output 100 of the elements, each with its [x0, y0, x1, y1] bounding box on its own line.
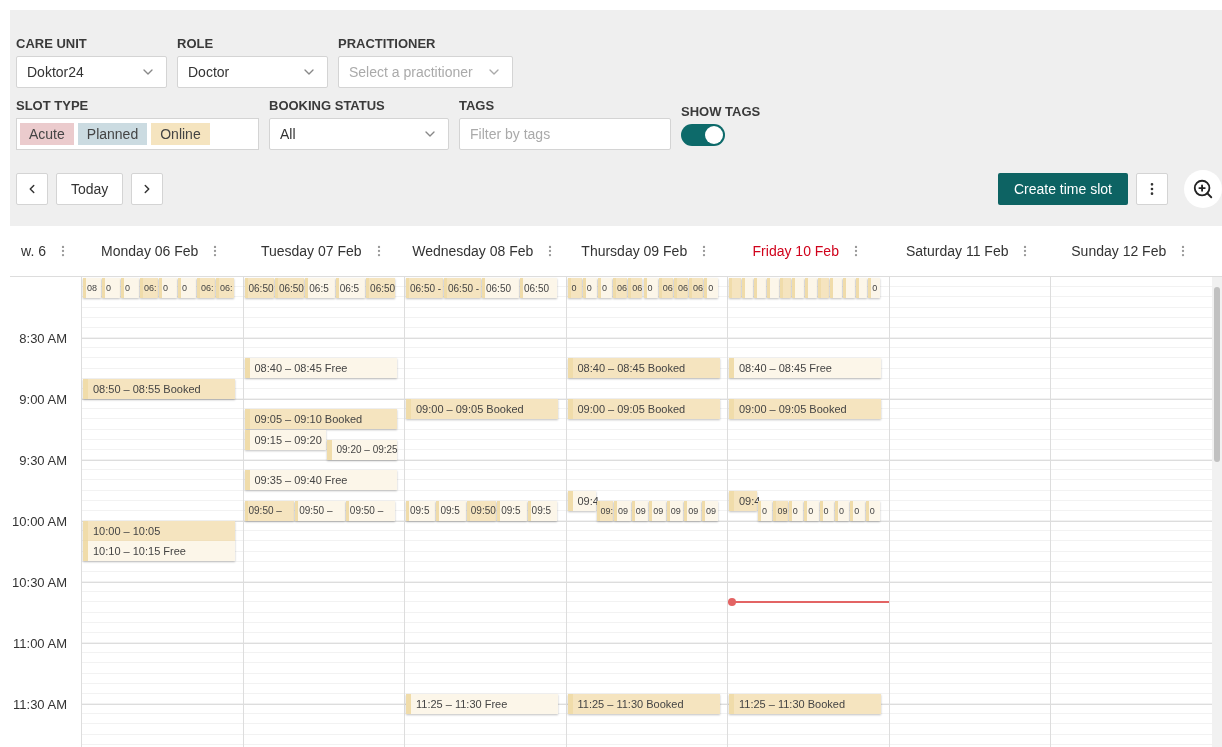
time-slot[interactable]: 0 — [804, 500, 819, 521]
time-slot[interactable]: 06 — [673, 278, 689, 298]
time-slot[interactable]: 10:00 – 10:05 — [83, 521, 235, 541]
time-slot[interactable]: 09:5 — [527, 500, 557, 521]
time-slot[interactable]: 06:50 - — [406, 278, 443, 298]
time-slot[interactable] — [855, 278, 868, 298]
tags-input[interactable]: Filter by tags — [459, 118, 671, 150]
time-slot[interactable]: 09:50 — [466, 500, 497, 521]
time-slot[interactable]: 0 — [868, 278, 880, 298]
next-button[interactable] — [131, 173, 164, 205]
day-header[interactable]: Monday 06 Feb — [101, 243, 199, 259]
time-slot[interactable]: 09 — [684, 500, 701, 521]
time-slot[interactable]: 09 — [614, 500, 631, 521]
today-button[interactable]: Today — [56, 173, 124, 205]
time-slot[interactable] — [830, 278, 842, 298]
time-slot[interactable]: 09:50 – — [244, 500, 295, 521]
time-slot[interactable]: 10:10 – 10:15 Free — [83, 541, 235, 562]
time-slot[interactable]: 0 — [704, 278, 719, 298]
time-slot[interactable]: 09:4 — [567, 490, 596, 511]
day-header[interactable]: Sunday 12 Feb — [1071, 243, 1167, 259]
time-slot[interactable]: 09:5 — [436, 500, 466, 521]
zoom-in-button[interactable] — [1184, 170, 1222, 208]
time-slot[interactable]: 06:50 — [520, 278, 557, 298]
time-slot[interactable]: 09:35 – 09:40 Free — [244, 470, 397, 491]
day-header[interactable]: Saturday 11 Feb — [906, 243, 1009, 259]
time-slot[interactable]: 0 — [597, 278, 613, 298]
time-slot[interactable]: 09:00 – 09:05 Booked — [729, 399, 881, 419]
time-slot[interactable]: 0 — [567, 278, 582, 298]
time-slot[interactable] — [843, 278, 855, 298]
time-slot[interactable]: 06: — [216, 278, 234, 298]
day-header[interactable]: Thursday 09 Feb — [581, 243, 688, 259]
time-slot[interactable] — [817, 278, 830, 298]
slot-type-tag[interactable]: Planned — [77, 123, 148, 145]
slot-type-tag[interactable]: Acute — [20, 123, 74, 145]
time-slot[interactable]: 11:25 – 11:30 Booked — [567, 693, 720, 714]
day-header[interactable]: Friday 10 Feb — [752, 243, 839, 259]
time-slot[interactable]: 08 — [83, 278, 101, 298]
time-slot[interactable]: 06:50 — [274, 278, 305, 298]
time-slot[interactable]: 09:00 – 09:05 Booked — [406, 399, 558, 419]
show-tags-toggle[interactable] — [681, 124, 725, 146]
time-slot[interactable]: 0 — [121, 278, 139, 298]
time-slot[interactable]: 0 — [834, 500, 850, 521]
time-slot[interactable] — [779, 278, 792, 298]
role-select[interactable]: Doctor — [177, 56, 328, 88]
time-slot[interactable]: 0 — [102, 278, 120, 298]
time-slot[interactable]: 08:40 – 08:45 Booked — [567, 358, 720, 379]
time-slot[interactable]: 06:5 — [335, 278, 366, 298]
slot-type-tag[interactable]: Online — [151, 123, 210, 145]
time-slot[interactable]: 0 — [643, 278, 658, 298]
time-slot[interactable]: 0 — [865, 500, 880, 521]
time-slot[interactable]: 09:15 – 09:20 — [244, 429, 326, 450]
time-slot[interactable]: 06:50 — [482, 278, 519, 298]
time-slot[interactable] — [805, 278, 817, 298]
booking-status-select[interactable]: All — [269, 118, 449, 150]
time-slot[interactable]: 06:50 - — [444, 278, 481, 298]
create-time-slot-button[interactable]: Create time slot — [997, 173, 1128, 205]
time-slot[interactable] — [767, 278, 779, 298]
time-slot[interactable]: 08:40 – 08:45 Free — [244, 358, 397, 379]
day-header[interactable]: Tuesday 07 Feb — [260, 243, 362, 259]
time-slot[interactable]: 06 — [658, 278, 673, 298]
time-slot[interactable]: 09:00 – 09:05 Booked — [567, 399, 720, 419]
time-slot[interactable]: 06:50 — [366, 278, 396, 298]
time-slot[interactable]: 09 — [773, 500, 788, 521]
time-slot[interactable]: 09 — [666, 500, 684, 521]
time-slot[interactable] — [729, 278, 741, 298]
time-slot[interactable]: 09:05 – 09:10 Booked — [244, 409, 397, 430]
time-slot[interactable]: 09:50 – — [295, 500, 345, 521]
day-header[interactable]: Wednesday 08 Feb — [412, 243, 534, 259]
time-slot[interactable]: 06:50 — [244, 278, 274, 298]
time-slot[interactable]: 06 — [628, 278, 643, 298]
time-slot[interactable]: 0 — [788, 500, 804, 521]
time-slot[interactable] — [754, 278, 766, 298]
time-slot[interactable]: 0 — [159, 278, 177, 298]
time-slot[interactable] — [741, 278, 754, 298]
previous-button[interactable] — [16, 173, 48, 205]
time-slot[interactable]: 06: — [140, 278, 158, 298]
time-slot[interactable]: 11:25 – 11:30 Free — [406, 693, 558, 714]
time-slot[interactable]: 0 — [819, 500, 834, 521]
time-slot[interactable]: 06: — [197, 278, 215, 298]
time-slot[interactable]: 0 — [850, 500, 865, 521]
time-slot[interactable]: 06 — [689, 278, 704, 298]
time-slot[interactable]: 08:50 – 08:55 Booked — [83, 378, 235, 399]
time-slot[interactable]: 0 — [178, 278, 196, 298]
scrollbar[interactable] — [1211, 277, 1222, 747]
time-slot[interactable]: 08:40 – 08:45 Free — [729, 358, 881, 379]
time-slot[interactable]: 09 — [701, 500, 719, 521]
time-slot[interactable]: 11:25 – 11:30 Booked — [729, 693, 881, 714]
time-slot[interactable] — [792, 278, 804, 298]
time-slot[interactable]: 09:20 – 09:25 — [326, 439, 397, 460]
more-button[interactable] — [1136, 173, 1168, 205]
time-slot[interactable]: 06:5 — [305, 278, 335, 298]
slot-type-field[interactable]: Acute Planned Online — [16, 118, 259, 150]
time-slot[interactable]: 09 — [649, 500, 666, 521]
time-slot[interactable]: 0 — [758, 500, 773, 521]
care-unit-select[interactable]: Doktor24 — [16, 56, 167, 88]
time-slot[interactable]: 0 — [582, 278, 597, 298]
time-slot[interactable]: 09:50 – — [345, 500, 396, 521]
time-slot[interactable]: 09 — [631, 500, 649, 521]
time-slot[interactable]: 09:5 — [497, 500, 527, 521]
time-slot[interactable]: 09:5 — [406, 500, 436, 521]
